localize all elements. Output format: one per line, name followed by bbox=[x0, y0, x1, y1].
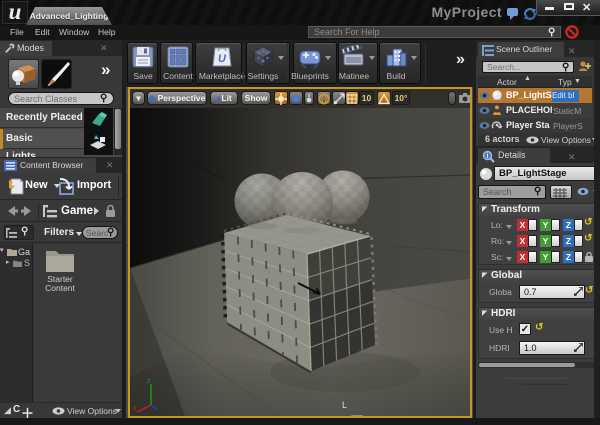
svg-text:U: U bbox=[218, 53, 227, 65]
svg-text:z: z bbox=[147, 378, 151, 385]
svg-text:L: L bbox=[342, 400, 347, 410]
svg-text:i: i bbox=[487, 153, 489, 160]
svg-text:x: x bbox=[133, 405, 137, 412]
